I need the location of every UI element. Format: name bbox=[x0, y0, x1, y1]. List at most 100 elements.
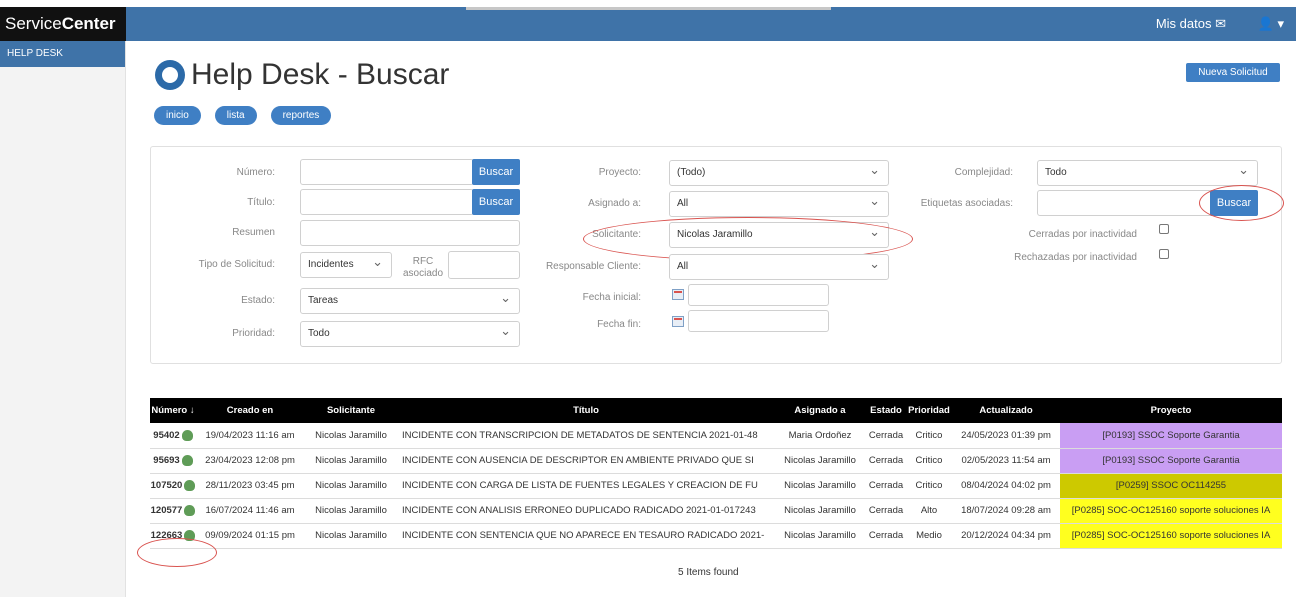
header-estado[interactable]: Estado bbox=[866, 398, 906, 423]
resumen-input[interactable] bbox=[300, 220, 520, 246]
cell-actualizado: 20/12/2024 04:34 pm bbox=[952, 523, 1060, 549]
cell-solicitante: Nicolas Jaramillo bbox=[304, 498, 398, 524]
complejidad-select[interactable]: Todo bbox=[1037, 158, 1258, 186]
cell-asignado: Nicolas Jaramillo bbox=[774, 498, 866, 524]
header-creado[interactable]: Creado en bbox=[196, 398, 304, 423]
etiquetas-label: Etiquetas asociadas: bbox=[920, 198, 1013, 209]
cell-titulo[interactable]: INCIDENTE CON ANALISIS ERRONEO DUPLICADO… bbox=[398, 498, 774, 524]
cell-prioridad: Medio bbox=[906, 523, 952, 549]
browser-tab-strip bbox=[466, 7, 831, 10]
cerradas-checkbox[interactable] bbox=[1159, 224, 1169, 234]
page-title-text: Help Desk - Buscar bbox=[191, 58, 450, 91]
brand-bold: Center bbox=[61, 14, 116, 33]
calendar-icon[interactable] bbox=[672, 316, 684, 327]
cerradas-label: Cerradas por inactividad bbox=[1028, 229, 1137, 240]
cell-asignado: Maria Ordoñez bbox=[774, 423, 866, 449]
estado-select[interactable]: Tareas bbox=[300, 286, 520, 314]
prioridad-label: Prioridad: bbox=[232, 328, 275, 339]
mis-datos-label: Mis datos bbox=[1155, 16, 1212, 31]
sidebar: HELP DESK bbox=[0, 41, 126, 597]
cell-titulo[interactable]: INCIDENTE CON AUSENCIA DE DESCRIPTOR EN … bbox=[398, 448, 774, 474]
numero-link[interactable]: 95693 bbox=[153, 455, 179, 466]
brand-prefix: Service bbox=[5, 14, 62, 33]
page-title: Help Desk - Buscar bbox=[155, 58, 449, 92]
numero-label: Número: bbox=[236, 167, 275, 178]
cell-creado: 09/09/2024 01:15 pm bbox=[196, 523, 304, 549]
cell-numero[interactable]: 107520 bbox=[150, 473, 196, 499]
complejidad-label: Complejidad: bbox=[954, 167, 1013, 178]
pill-lista[interactable]: lista bbox=[214, 106, 257, 125]
cell-creado: 16/07/2024 11:46 am bbox=[196, 498, 304, 524]
header-proyecto[interactable]: Proyecto bbox=[1060, 398, 1282, 423]
table-row[interactable]: 107520 28/11/2023 03:45 pm Nicolas Jaram… bbox=[150, 473, 1282, 499]
rechazadas-checkbox[interactable] bbox=[1159, 249, 1169, 259]
fecha-fin-label: Fecha fin: bbox=[597, 319, 641, 330]
header-actualizado[interactable]: Actualizado bbox=[952, 398, 1060, 423]
mis-datos-link[interactable]: Mis datos ✉ bbox=[1156, 16, 1226, 32]
proyecto-select[interactable]: (Todo) bbox=[669, 158, 889, 186]
brand-logo[interactable]: ServiceCenter bbox=[0, 7, 126, 41]
table-row[interactable]: 120577 16/07/2024 11:46 am Nicolas Jaram… bbox=[150, 498, 1282, 524]
proyecto-label: Proyecto: bbox=[598, 167, 641, 178]
bug-icon bbox=[181, 429, 193, 441]
responsable-select[interactable]: All bbox=[669, 252, 889, 280]
calendar-icon[interactable] bbox=[672, 289, 684, 300]
cell-estado: Cerrada bbox=[866, 448, 906, 474]
pill-inicio[interactable]: inicio bbox=[154, 106, 201, 125]
cell-asignado: Nicolas Jaramillo bbox=[774, 523, 866, 549]
pill-reportes[interactable]: reportes bbox=[270, 106, 332, 125]
table-row[interactable]: 95693 23/04/2023 12:08 pm Nicolas Jarami… bbox=[150, 448, 1282, 474]
cell-solicitante: Nicolas Jaramillo bbox=[304, 448, 398, 474]
top-navbar: Mis datos ✉ 👤 ▾ bbox=[126, 7, 1296, 41]
rfc-asociado-label: RFC asociado bbox=[403, 256, 443, 280]
sidebar-item-help-desk[interactable]: HELP DESK bbox=[0, 41, 125, 67]
numero-link[interactable]: 107520 bbox=[151, 480, 183, 491]
cell-titulo[interactable]: INCIDENTE CON SENTENCIA QUE NO APARECE E… bbox=[398, 523, 774, 549]
rfc-label-line1: RFC bbox=[412, 256, 434, 267]
numero-link[interactable]: 95402 bbox=[153, 430, 179, 441]
rechazadas-label: Rechazadas por inactividad bbox=[1014, 252, 1137, 263]
header-numero[interactable]: Número ↓ bbox=[150, 398, 196, 423]
tipo-solicitud-label: Tipo de Solicitud: bbox=[198, 259, 275, 270]
prioridad-select[interactable]: Todo bbox=[300, 319, 520, 347]
cell-actualizado: 24/05/2023 01:39 pm bbox=[952, 423, 1060, 449]
cell-actualizado: 02/05/2023 11:54 am bbox=[952, 448, 1060, 474]
cell-actualizado: 08/04/2024 04:02 pm bbox=[952, 473, 1060, 499]
fecha-fin-input[interactable] bbox=[688, 310, 829, 332]
cell-numero[interactable]: 95402 bbox=[150, 423, 196, 449]
new-request-button[interactable]: Nueva Solicitud bbox=[1186, 63, 1280, 82]
table-header-row: Número ↓ Creado en Solicitante Título As… bbox=[150, 398, 1282, 423]
cell-proyecto: [P0193] SSOC Soporte Garantia bbox=[1060, 423, 1282, 449]
numero-buscar-button[interactable]: Buscar bbox=[472, 159, 520, 185]
cell-numero[interactable]: 120577 bbox=[150, 498, 196, 524]
numero-link[interactable]: 120577 bbox=[151, 505, 183, 516]
asignado-select[interactable]: All bbox=[669, 189, 889, 217]
tipo-solicitud-select[interactable]: Incidentes bbox=[300, 250, 392, 278]
cell-solicitante: Nicolas Jaramillo bbox=[304, 423, 398, 449]
fecha-inicial-input[interactable] bbox=[688, 284, 829, 306]
header-titulo[interactable]: Título bbox=[398, 398, 774, 423]
header-solicitante[interactable]: Solicitante bbox=[304, 398, 398, 423]
table-row[interactable]: 95402 19/04/2023 11:16 am Nicolas Jarami… bbox=[150, 423, 1282, 449]
estado-label: Estado: bbox=[241, 295, 275, 306]
titulo-input[interactable] bbox=[300, 189, 474, 215]
cell-proyecto: [P0193] SSOC Soporte Garantia bbox=[1060, 448, 1282, 474]
numero-input[interactable] bbox=[300, 159, 474, 185]
resumen-label: Resumen bbox=[232, 227, 275, 238]
titulo-label: Título: bbox=[247, 197, 275, 208]
asignado-label: Asignado a: bbox=[588, 198, 641, 209]
cell-asignado: Nicolas Jaramillo bbox=[774, 448, 866, 474]
etiquetas-input[interactable] bbox=[1037, 190, 1213, 216]
header-prioridad[interactable]: Prioridad bbox=[906, 398, 952, 423]
titulo-buscar-button[interactable]: Buscar bbox=[472, 189, 520, 215]
cell-prioridad: Critico bbox=[906, 473, 952, 499]
header-asignado[interactable]: Asignado a bbox=[774, 398, 866, 423]
cell-titulo[interactable]: INCIDENTE CON TRANSCRIPCION DE METADATOS… bbox=[398, 423, 774, 449]
user-icon: 👤 bbox=[1257, 16, 1274, 31]
user-menu[interactable]: 👤 ▾ bbox=[1258, 16, 1284, 32]
cell-numero[interactable]: 95693 bbox=[150, 448, 196, 474]
highlight-circle-buscar bbox=[1199, 185, 1284, 221]
rfc-asociado-input[interactable] bbox=[448, 251, 520, 279]
cell-titulo[interactable]: INCIDENTE CON CARGA DE LISTA DE FUENTES … bbox=[398, 473, 774, 499]
table-row[interactable]: 122663 09/09/2024 01:15 pm Nicolas Jaram… bbox=[150, 523, 1282, 549]
